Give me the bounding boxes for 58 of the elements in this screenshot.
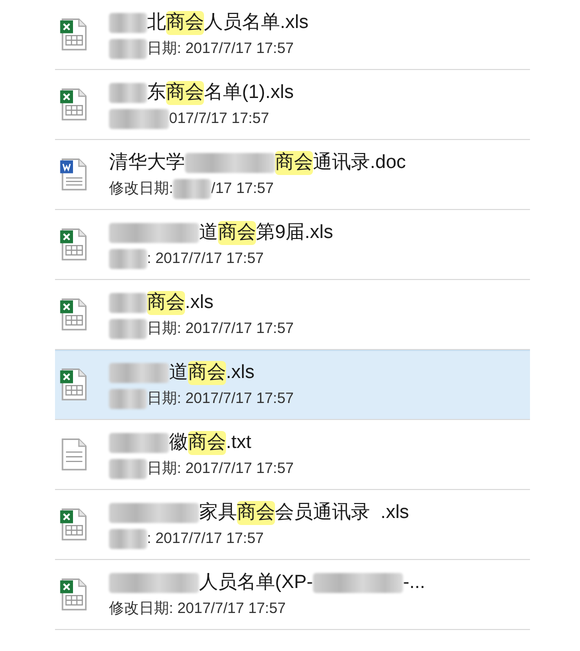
search-match-text: 商会 — [275, 150, 313, 174]
modified-date-text: 日期: 2017/7/17 17:57 — [147, 38, 294, 58]
modified-date-text: 日期: 2017/7/17 17:57 — [147, 389, 294, 409]
spreadsheet-file-icon — [59, 508, 87, 542]
modified-date-text: : 2017/7/17 17:57 — [147, 248, 264, 268]
file-name-text: 会员通讯录 .xls — [275, 500, 410, 524]
search-match-text: 商会 — [166, 10, 204, 34]
spreadsheet-file-icon — [59, 578, 87, 612]
file-name-text: 道 — [169, 361, 188, 385]
spreadsheet-file-icon — [59, 88, 87, 122]
file-name-text: 徽 — [169, 430, 188, 454]
file-name-text: 人员名单.xls — [204, 10, 308, 34]
spreadsheet-file-icon — [59, 18, 87, 52]
spreadsheet-file-icon — [59, 228, 87, 262]
file-name-text: .txt — [226, 430, 252, 454]
blur-mosaic — [109, 82, 147, 102]
blur-mosaic — [109, 389, 147, 409]
text-file-icon — [59, 438, 87, 472]
blur-mosaic — [109, 528, 147, 548]
spreadsheet-file-icon — [59, 298, 87, 332]
file-name-text: 通讯录.doc — [313, 150, 406, 174]
file-name-text: 东 — [147, 80, 166, 104]
file-name-text: 道 — [199, 220, 218, 244]
blur-mosaic — [109, 12, 147, 32]
modified-date-text: 修改日期: — [109, 178, 174, 198]
search-match-text: 商会 — [188, 430, 226, 454]
blur-mosaic — [109, 292, 147, 312]
blur-mosaic — [109, 248, 147, 268]
file-name-text: 清华大学 — [109, 150, 185, 174]
blur-mosaic — [109, 363, 169, 383]
modified-date-text: 日期: 2017/7/17 17:57 — [147, 318, 294, 338]
modified-date-text: /17 17:57 — [211, 178, 274, 198]
modified-date-text: : 2017/7/17 17:57 — [147, 528, 264, 548]
blur-mosaic — [109, 432, 169, 452]
search-match-text: 商会 — [147, 290, 185, 314]
modified-date-text: 修改日期: 2017/7/17 17:57 — [109, 598, 286, 618]
blur-mosaic — [173, 178, 212, 198]
search-match-text: 商会 — [218, 220, 256, 244]
blur-mosaic — [109, 108, 169, 128]
search-match-text: 商会 — [188, 361, 226, 385]
file-name-text: 名单(1).xls — [204, 80, 294, 104]
file-name-text: .xls — [226, 361, 254, 385]
search-match-text: 商会 — [166, 80, 204, 104]
file-name-text: 北 — [147, 10, 166, 34]
spreadsheet-file-icon — [59, 368, 87, 402]
file-name-text: 人员名单(XP- — [199, 570, 313, 594]
blur-mosaic — [109, 458, 147, 478]
blur-mosaic — [109, 318, 147, 338]
file-name-text: 第9届.xls — [256, 220, 334, 244]
file-name-text: -... — [403, 570, 426, 594]
search-match-text: 商会 — [237, 500, 275, 524]
modified-date-text: 日期: 2017/7/17 17:57 — [147, 458, 294, 478]
blur-mosaic — [109, 38, 147, 58]
file-name-text: 家具 — [199, 500, 237, 524]
file-name-text: .xls — [185, 290, 214, 314]
modified-date-text: 017/7/17 17:57 — [169, 108, 270, 128]
file-row[interactable]: 道商会.xls 日期: 2017/7/17 17:57 — [55, 350, 530, 420]
document-file-icon — [59, 158, 87, 192]
